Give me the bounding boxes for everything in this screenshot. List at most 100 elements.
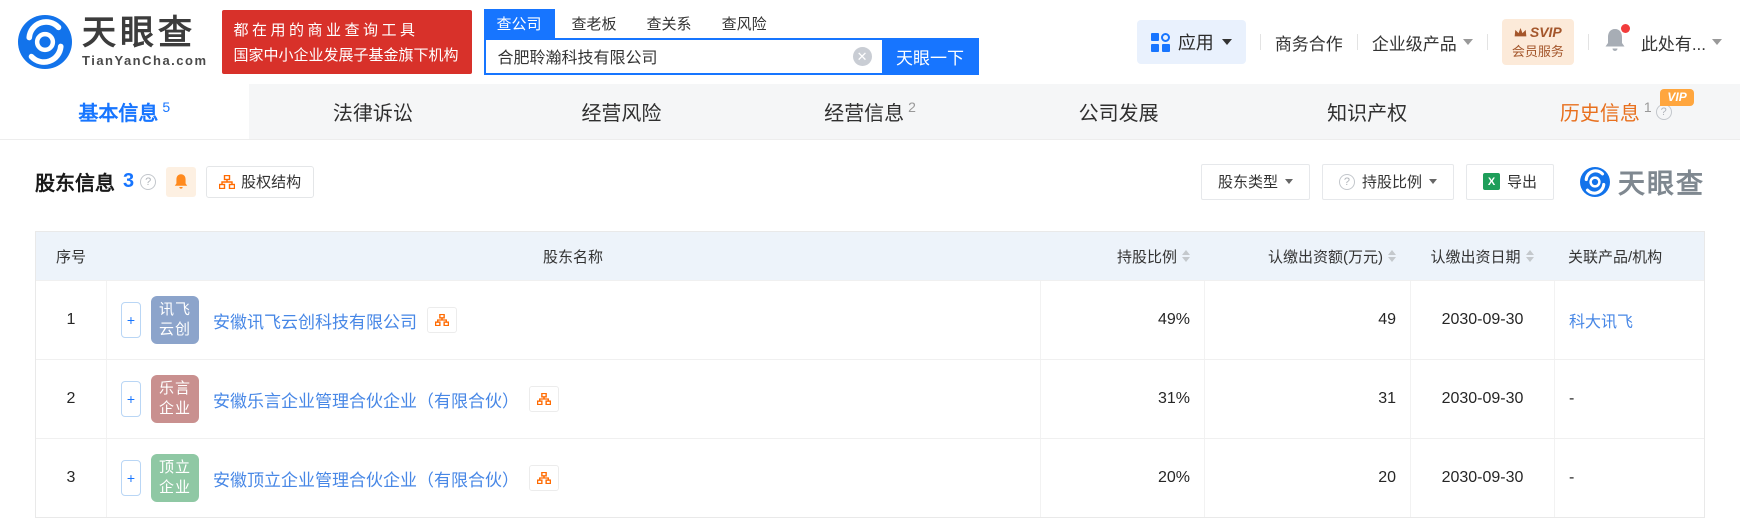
equity-structure-button[interactable]: 股权结构	[206, 165, 315, 198]
amount-value: 31	[1204, 360, 1410, 438]
section-count: 3	[123, 170, 135, 192]
org-chart-icon	[219, 174, 236, 189]
column-header-ratio[interactable]: 持股比例	[1040, 232, 1204, 280]
tab-legal-proceedings[interactable]: 法律诉讼	[249, 84, 498, 139]
chevron-down-icon	[1284, 179, 1293, 184]
equity-chart-button[interactable]	[427, 307, 457, 333]
sort-icon[interactable]	[1525, 250, 1534, 262]
tab-operational-risk[interactable]: 经营风险	[497, 84, 746, 139]
promo-line1: 都在用的商业查询工具	[233, 22, 419, 39]
avatar: 讯飞 云创	[151, 296, 199, 344]
crown-icon	[1514, 27, 1527, 36]
clear-search-icon[interactable]: ✕	[852, 46, 872, 66]
ratio-value: 31%	[1040, 360, 1204, 438]
shareholders-table: 序号 股东名称 持股比例 认缴出资额(万元) 认缴出资日期 关联产品/机构 1 …	[35, 231, 1705, 518]
vip-badge: VIP	[1660, 89, 1694, 106]
expand-button[interactable]: +	[121, 460, 141, 496]
search-tab-company[interactable]: 查公司	[483, 8, 555, 38]
svip-label: SVIP	[1529, 24, 1562, 40]
search-tab-risk[interactable]: 查风险	[709, 9, 780, 38]
apps-menu[interactable]: 应用	[1136, 20, 1246, 64]
related-product-link[interactable]: 科大讯飞	[1569, 308, 1633, 332]
shareholding-ratio-filter[interactable]: ? 持股比例	[1321, 163, 1454, 200]
search-button[interactable]: 天眼一下	[881, 37, 979, 75]
shareholder-name-link[interactable]: 安徽乐言企业管理合伙企业（有限合伙）	[213, 387, 519, 412]
related-value: -	[1554, 360, 1704, 438]
table-header-row: 序号 股东名称 持股比例 认缴出资额(万元) 认缴出资日期 关联产品/机构	[36, 232, 1704, 280]
promo-banner: 都在用的商业查询工具 国家中小企业发展子基金旗下机构	[221, 10, 472, 74]
ratio-value: 49%	[1040, 281, 1204, 359]
main-content: 股东信息 3 ? 股权结构 股东类型 ? 持股比例 X 导出 天眼查 序号 股东…	[0, 140, 1740, 518]
user-label: 此处有...	[1640, 34, 1706, 54]
column-header-date[interactable]: 认缴出资日期	[1410, 232, 1554, 280]
date-value: 2030-09-30	[1410, 439, 1554, 517]
user-menu[interactable]: 此处有...	[1641, 30, 1722, 55]
column-header-no: 序号	[55, 248, 86, 266]
search-tab-boss[interactable]: 查老板	[559, 9, 630, 38]
table-row: 1 + 讯飞 云创 安徽讯飞云创科技有限公司 49% 49 2030-09-30…	[36, 280, 1704, 359]
export-button[interactable]: X 导出	[1465, 163, 1554, 200]
bell-icon	[174, 174, 188, 189]
watermark-text: 天眼查	[1618, 169, 1705, 199]
svip-member-button[interactable]: SVIP 会员服务	[1501, 19, 1574, 65]
chevron-down-icon	[1221, 39, 1232, 45]
tianyancha-logo[interactable]: 天眼查 TianYanCha.com	[18, 15, 208, 69]
nav-divider	[1259, 34, 1261, 50]
shareholder-name-link[interactable]: 安徽讯飞云创科技有限公司	[213, 308, 417, 333]
table-row: 2 + 乐言 企业 安徽乐言企业管理合伙企业（有限合伙） 31% 31 2030…	[36, 359, 1704, 438]
notifications-button[interactable]	[1603, 23, 1630, 58]
shareholder-name-link[interactable]: 安徽顶立企业管理合伙企业（有限合伙）	[213, 466, 519, 491]
help-icon: ?	[1338, 173, 1355, 190]
date-value: 2030-09-30	[1410, 360, 1554, 438]
top-bar: 天眼查 TianYanCha.com 都在用的商业查询工具 国家中小企业发展子基…	[0, 0, 1740, 84]
org-chart-icon	[537, 393, 551, 405]
nav-enterprise-products[interactable]: 企业级产品	[1372, 30, 1473, 55]
chevron-down-icon	[1428, 179, 1437, 184]
nav-cooperation[interactable]: 商务合作	[1275, 30, 1343, 55]
expand-button[interactable]: +	[121, 302, 141, 338]
nav-divider	[1486, 34, 1488, 50]
table-row: 3 + 顶立 企业 安徽顶立企业管理合伙企业（有限合伙） 20% 20 2030…	[36, 438, 1704, 517]
logo-subtitle: TianYanCha.com	[82, 53, 208, 68]
column-header-related: 关联产品/机构	[1568, 248, 1663, 266]
search-input-box: ✕	[483, 37, 882, 75]
excel-icon: X	[1482, 173, 1500, 190]
equity-chart-button[interactable]	[529, 465, 559, 491]
tianyancha-logo-icon	[18, 15, 72, 69]
tab-company-development[interactable]: 公司发展	[994, 84, 1243, 139]
avatar: 顶立 企业	[151, 454, 199, 502]
nav-divider	[1356, 34, 1358, 50]
column-header-shareholder-name: 股东名称	[542, 248, 603, 266]
tab-business-info[interactable]: 经营信息 2	[746, 84, 995, 139]
search-input[interactable]	[497, 47, 853, 65]
help-icon[interactable]: ?	[140, 173, 157, 190]
equity-chart-button[interactable]	[529, 386, 559, 412]
apps-grid-icon	[1150, 32, 1170, 52]
search-tab-relation[interactable]: 查关系	[634, 9, 705, 38]
row-index: 1	[66, 311, 76, 328]
sort-icon[interactable]	[1388, 250, 1396, 262]
shareholder-type-filter[interactable]: 股东类型	[1200, 163, 1310, 200]
sort-icon[interactable]	[1182, 250, 1190, 262]
tab-intellectual-property[interactable]: 知识产权	[1243, 84, 1492, 139]
avatar: 乐言 企业	[151, 375, 199, 423]
row-index: 2	[66, 390, 76, 407]
tab-basic-info[interactable]: 基本信息 5	[0, 84, 249, 139]
section-title: 股东信息	[35, 173, 115, 195]
chevron-down-icon	[1462, 39, 1473, 45]
alert-subscribe-button[interactable]	[166, 166, 197, 197]
column-header-amount[interactable]: 认缴出资额(万元)	[1204, 232, 1410, 280]
date-value: 2030-09-30	[1410, 281, 1554, 359]
promo-line2: 国家中小企业发展子基金旗下机构	[233, 47, 459, 64]
notification-dot	[1620, 23, 1630, 33]
apps-label: 应用	[1177, 33, 1214, 53]
tab-history-info[interactable]: VIP 历史信息 1 ?	[1491, 84, 1740, 139]
nav-divider	[1587, 34, 1589, 50]
company-tab-strip: 基本信息 5 法律诉讼 经营风险 经营信息 2 公司发展 知识产权 VIP 历史信息…	[0, 84, 1740, 140]
chevron-down-icon	[1712, 39, 1722, 45]
search-tabs: 查公司 查老板 查关系 查风险	[483, 8, 979, 38]
amount-value: 49	[1204, 281, 1410, 359]
logo-title: 天眼查	[82, 14, 196, 52]
org-chart-icon	[435, 314, 449, 326]
expand-button[interactable]: +	[121, 381, 141, 417]
